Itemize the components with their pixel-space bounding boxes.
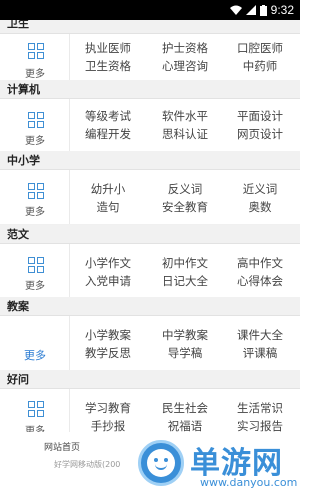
link-item[interactable]: 编程开发 bbox=[70, 126, 146, 142]
link-grid: 小学教案 中学教案 课件大全 教学反思 导学稿 评课稿 bbox=[70, 316, 300, 370]
section-header-school: 中小学 bbox=[0, 151, 300, 170]
link-item[interactable]: 护士资格 bbox=[147, 40, 223, 56]
grid-icon bbox=[28, 183, 44, 199]
link-item[interactable]: 奥数 bbox=[222, 199, 298, 215]
home-link[interactable]: 网站首页 bbox=[44, 440, 80, 453]
link-item[interactable]: 执业医师 bbox=[70, 40, 146, 56]
link-item[interactable]: 学习教育 bbox=[70, 400, 146, 416]
link-item[interactable]: 造句 bbox=[70, 199, 146, 215]
more-label: 更多 bbox=[25, 69, 45, 80]
wifi-icon bbox=[229, 5, 242, 15]
section-title: 教案 bbox=[7, 300, 29, 313]
section-block-school: 更多 幼升小 反义词 近义词 造句 安全教育 奥数 bbox=[0, 170, 300, 225]
grid-icon bbox=[28, 401, 44, 417]
link-item[interactable]: 课件大全 bbox=[222, 327, 298, 343]
link-item[interactable]: 心得体会 bbox=[222, 273, 298, 289]
signal-icon bbox=[245, 5, 256, 15]
status-bar: 9:32 bbox=[0, 0, 300, 20]
page-content: 卫生 更多 执业医师 护士资格 口腔医师 卫生资格 心理咨询 中药师 计算机 更… bbox=[0, 0, 300, 500]
link-grid: 等级考试 软件水平 平面设计 编程开发 思科认证 网页设计 bbox=[70, 99, 300, 153]
link-item[interactable]: 小学作文 bbox=[70, 255, 146, 271]
clock: 9:32 bbox=[270, 3, 294, 17]
link-item[interactable]: 心理咨询 bbox=[147, 58, 223, 74]
section-block-computer: 更多 等级考试 软件水平 平面设计 编程开发 思科认证 网页设计 bbox=[0, 99, 300, 154]
grid-icon bbox=[28, 43, 44, 59]
grid-icon bbox=[28, 257, 44, 273]
more-label: 更多 bbox=[25, 207, 45, 218]
version-text: 好学网移动版(200 bbox=[54, 460, 121, 469]
section-header-computer: 计算机 bbox=[0, 80, 300, 99]
more-button[interactable]: 更多 bbox=[0, 99, 70, 153]
section-header-essays: 范文 bbox=[0, 225, 300, 244]
more-button[interactable]: 更多 bbox=[0, 316, 70, 370]
section-header-health: 卫生 bbox=[0, 20, 300, 34]
section-title: 计算机 bbox=[7, 83, 40, 96]
more-label: 更多 bbox=[25, 281, 45, 292]
link-item[interactable]: 小学教案 bbox=[70, 327, 146, 343]
link-item[interactable]: 民生社会 bbox=[147, 400, 223, 416]
link-item[interactable]: 近义词 bbox=[222, 181, 298, 197]
section-block-lesson-plans: 更多 小学教案 中学教案 课件大全 教学反思 导学稿 评课稿 bbox=[0, 316, 300, 371]
link-item[interactable]: 初中作文 bbox=[147, 255, 223, 271]
more-label: 更多 bbox=[24, 349, 46, 362]
link-item[interactable]: 网页设计 bbox=[222, 126, 298, 142]
link-item[interactable]: 导学稿 bbox=[147, 345, 223, 361]
link-item[interactable]: 安全教育 bbox=[147, 199, 223, 215]
link-item[interactable]: 中药师 bbox=[222, 58, 298, 74]
link-item[interactable]: 幼升小 bbox=[70, 181, 146, 197]
link-item[interactable]: 入党申请 bbox=[70, 273, 146, 289]
more-label: 更多 bbox=[25, 136, 45, 147]
link-item[interactable]: 平面设计 bbox=[222, 108, 298, 124]
link-item[interactable]: 口腔医师 bbox=[222, 40, 298, 56]
section-title: 范文 bbox=[7, 228, 29, 241]
link-item[interactable]: 生活常识 bbox=[222, 400, 298, 416]
link-grid: 小学作文 初中作文 高中作文 入党申请 日记大全 心得体会 bbox=[70, 244, 300, 298]
smiley-icon bbox=[138, 440, 184, 486]
link-item[interactable]: 高中作文 bbox=[222, 255, 298, 271]
grid-icon bbox=[28, 112, 44, 128]
link-item[interactable]: 日记大全 bbox=[147, 273, 223, 289]
link-item[interactable]: 等级考试 bbox=[70, 108, 146, 124]
section-title: 好问 bbox=[7, 373, 29, 386]
link-grid: 幼升小 反义词 近义词 造句 安全教育 奥数 bbox=[70, 170, 300, 224]
link-item[interactable]: 中学教案 bbox=[147, 327, 223, 343]
watermark-logo: 单游网 www.danyou.com bbox=[128, 432, 298, 492]
section-title: 中小学 bbox=[7, 154, 40, 167]
link-item[interactable]: 思科认证 bbox=[147, 126, 223, 142]
footer: 网站首页 好学网移动版(200 单游网 www.danyou.com bbox=[0, 432, 300, 500]
watermark-domain: www.danyou.com bbox=[200, 476, 298, 489]
link-item[interactable]: 卫生资格 bbox=[70, 58, 146, 74]
link-item[interactable]: 教学反思 bbox=[70, 345, 146, 361]
link-item[interactable]: 软件水平 bbox=[147, 108, 223, 124]
section-title: 卫生 bbox=[7, 20, 29, 30]
more-button[interactable]: 更多 bbox=[0, 244, 70, 298]
link-item[interactable]: 评课稿 bbox=[222, 345, 298, 361]
section-header-questions: 好问 bbox=[0, 370, 300, 389]
more-button[interactable]: 更多 bbox=[0, 170, 70, 224]
battery-icon bbox=[259, 4, 267, 16]
section-block-essays: 更多 小学作文 初中作文 高中作文 入党申请 日记大全 心得体会 bbox=[0, 244, 300, 299]
link-item[interactable]: 反义词 bbox=[147, 181, 223, 197]
section-header-lesson-plans: 教案 bbox=[0, 297, 300, 316]
